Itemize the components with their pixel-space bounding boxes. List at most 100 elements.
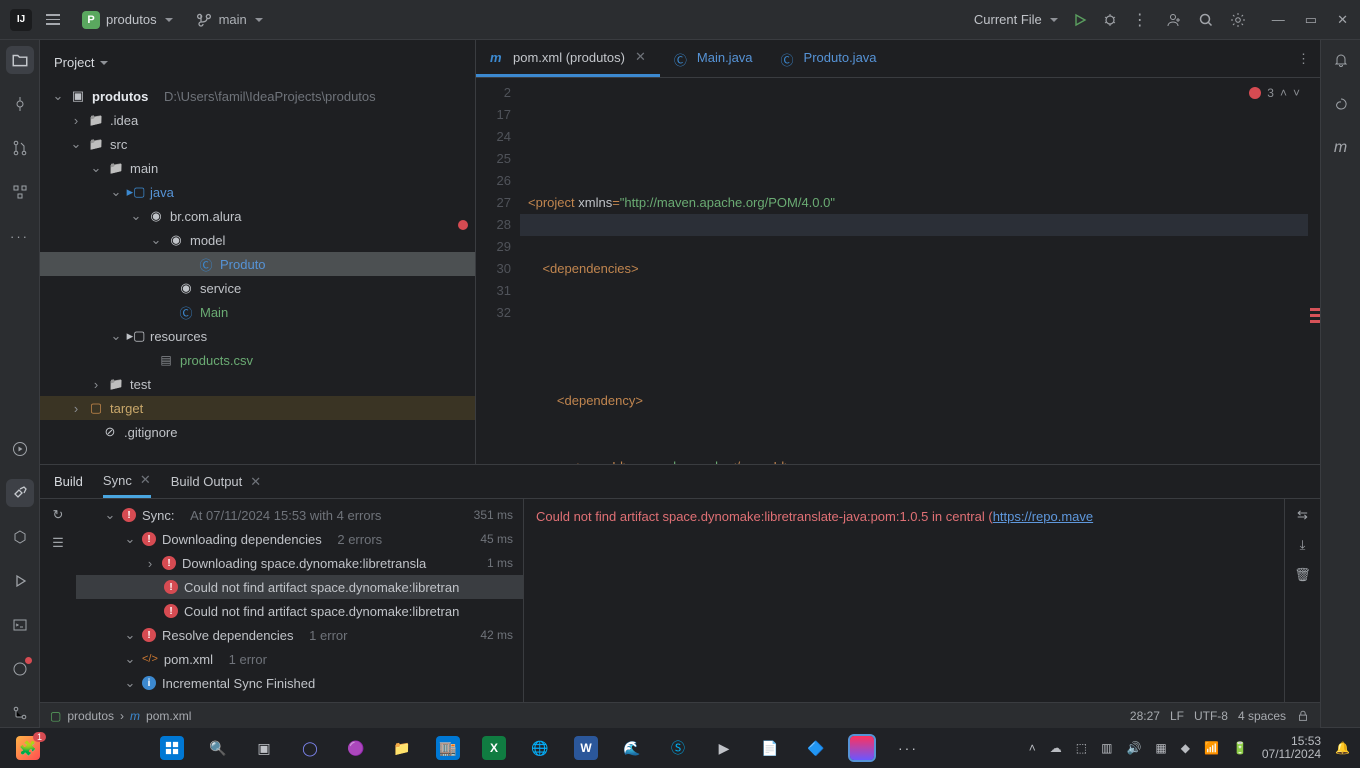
tree-row[interactable]: ⒸMain — [40, 300, 475, 324]
tray-icon[interactable]: ▥ — [1101, 741, 1112, 755]
build-tree-row[interactable]: !Sync: At 07/11/2024 15:53 with 4 errors… — [76, 503, 523, 527]
run-button[interactable] — [1072, 12, 1088, 28]
taskbar-search-button[interactable]: 🔍 — [206, 736, 230, 760]
scroll-to-end-button[interactable]: ⤓ — [1300, 537, 1306, 553]
console-link[interactable]: https://repo.mave — [993, 509, 1093, 524]
taskbar-app-icon[interactable]: ◯ — [298, 736, 322, 760]
edge-icon[interactable]: 🌊 — [620, 736, 644, 760]
clear-button[interactable]: 🗑 — [1294, 567, 1311, 583]
chevron-up-icon[interactable]: ˄ — [1280, 82, 1287, 104]
tree-row[interactable]: ▢target — [40, 396, 475, 420]
tree-row[interactable]: ▸▢java — [40, 180, 475, 204]
collaborator-icon[interactable] — [1166, 12, 1182, 28]
project-tree[interactable]: ▣produtos D:\Users\famil\IdeaProjects\pr… — [40, 84, 475, 464]
window-close-button[interactable]: ✕ — [1337, 12, 1348, 28]
debug-button[interactable] — [1102, 12, 1118, 28]
tree-row[interactable]: products.csv — [40, 348, 475, 372]
tree-row[interactable]: src — [40, 132, 475, 156]
file-explorer-icon[interactable]: 📁 — [390, 736, 414, 760]
task-view-button[interactable]: ▣ — [252, 736, 276, 760]
tree-row[interactable]: ◉br.com.alura — [40, 204, 475, 228]
vcs-branch-dropdown[interactable]: main — [197, 12, 263, 28]
tray-chevron-up-icon[interactable]: ˄ — [1029, 741, 1036, 755]
editor-content[interactable]: 3˄˅ <project xmlns="http://maven.apache.… — [520, 78, 1308, 464]
system-clock[interactable]: 15:53 07/11/2024 — [1262, 735, 1321, 761]
problems-tool-button[interactable] — [6, 655, 34, 683]
rerun-button[interactable]: ↻ — [53, 507, 64, 523]
notification-center-button[interactable]: 🔔 — [1335, 741, 1350, 755]
build-tree[interactable]: !Sync: At 07/11/2024 15:53 with 4 errors… — [76, 499, 524, 702]
tab-pom-xml[interactable]: m pom.xml (produtos) ✕ — [476, 40, 660, 77]
editor-minimap[interactable] — [1308, 78, 1320, 464]
project-tool-button[interactable] — [6, 46, 34, 74]
tree-row[interactable]: .idea — [40, 108, 475, 132]
build-tree-row[interactable]: !Could not find artifact space.dynomake:… — [76, 599, 523, 623]
tree-row[interactable]: ◉service — [40, 276, 475, 300]
window-minimize-button[interactable]: — — [1272, 12, 1285, 27]
tree-row[interactable]: ▸▢resources — [40, 324, 475, 348]
build-console[interactable]: Could not find artifact space.dynomake:l… — [524, 499, 1284, 702]
maven-tool-button[interactable]: m — [1327, 134, 1355, 162]
services-tool-button[interactable] — [6, 523, 34, 551]
close-tab-button[interactable]: ✕ — [635, 49, 646, 65]
vcs-tool-button[interactable] — [6, 699, 34, 727]
file-encoding[interactable]: UTF-8 — [1194, 709, 1228, 723]
run-tool-button[interactable] — [6, 435, 34, 463]
build-tree-row[interactable]: !Downloading dependencies 2 errors45 ms — [76, 527, 523, 551]
build-tool-button[interactable] — [6, 479, 34, 507]
readonly-lock-icon[interactable] — [1296, 709, 1310, 723]
tab-produto-java[interactable]: Ⓒ Produto.java — [767, 40, 891, 77]
run-config-dropdown[interactable]: Current File — [974, 12, 1058, 27]
onedrive-icon[interactable]: ☁ — [1050, 741, 1062, 755]
build-tree-row[interactable]: !Resolve dependencies 1 error42 ms — [76, 623, 523, 647]
build-tree-row[interactable]: !Could not find artifact space.dynomake:… — [76, 575, 523, 599]
tab-overflow-button[interactable]: ⋮ — [1287, 40, 1320, 77]
ai-assistant-button[interactable] — [1327, 90, 1355, 118]
taskbar-app-icon[interactable]: 🧩 — [16, 736, 40, 760]
tray-icon[interactable]: ▦ — [1155, 741, 1166, 755]
intellij-taskbar-icon[interactable] — [850, 736, 874, 760]
inspection-widget[interactable]: 3˄˅ — [1249, 82, 1300, 104]
tab-sync[interactable]: Sync✕ — [103, 465, 151, 498]
close-tab-button[interactable]: ✕ — [250, 474, 261, 490]
tree-row[interactable]: ⊘.gitignore — [40, 420, 475, 444]
pull-requests-tool-button[interactable] — [6, 134, 34, 162]
tree-row[interactable]: main — [40, 156, 475, 180]
tray-icon[interactable]: ◆ — [1181, 741, 1190, 755]
project-dropdown[interactable]: P produtos — [74, 8, 181, 32]
structure-tool-button[interactable] — [6, 178, 34, 206]
tab-build[interactable]: Build — [54, 474, 83, 489]
terminal-tool-button[interactable] — [6, 611, 34, 639]
build-tree-row[interactable]: </>pom.xml 1 error — [76, 647, 523, 671]
volume-icon[interactable]: 🔊 — [1126, 741, 1141, 755]
main-menu-button[interactable] — [42, 10, 64, 29]
commit-tool-button[interactable] — [6, 90, 34, 118]
caret-position[interactable]: 28:27 — [1130, 709, 1160, 723]
search-everywhere-button[interactable] — [1198, 12, 1214, 28]
start-button[interactable] — [160, 736, 184, 760]
soft-wrap-button[interactable]: ⇆ — [1297, 507, 1308, 523]
more-actions-button[interactable]: ⋮ — [1132, 10, 1148, 30]
word-icon[interactable]: W — [574, 736, 598, 760]
debug-tool-button[interactable] — [6, 567, 34, 595]
tree-row[interactable]: test — [40, 372, 475, 396]
wifi-icon[interactable]: 📶 — [1204, 741, 1219, 755]
excel-icon[interactable]: X — [482, 736, 506, 760]
notepad-icon[interactable]: 📄 — [758, 736, 782, 760]
build-tree-row[interactable]: iIncremental Sync Finished — [76, 671, 523, 695]
taskbar-overflow-button[interactable]: ··· — [896, 736, 920, 760]
taskbar-app-icon[interactable]: 🟣 — [344, 736, 368, 760]
battery-icon[interactable]: 🔋 — [1233, 741, 1248, 755]
tree-row[interactable]: ◉model — [40, 228, 475, 252]
chevron-down-icon[interactable]: ˅ — [1293, 82, 1300, 104]
indent-setting[interactable]: 4 spaces — [1238, 709, 1286, 723]
media-player-icon[interactable]: ▶ — [712, 736, 736, 760]
settings-button[interactable] — [1230, 12, 1246, 28]
tray-icon[interactable]: ⬚ — [1076, 741, 1087, 755]
filter-button[interactable]: ☰ — [52, 535, 64, 551]
line-separator[interactable]: LF — [1170, 709, 1184, 723]
skype-icon[interactable]: Ⓢ — [666, 736, 690, 760]
build-tree-row[interactable]: !Downloading space.dynomake:libretransla… — [76, 551, 523, 575]
tree-row-selected[interactable]: ⒸProduto — [40, 252, 475, 276]
project-panel-header[interactable]: Project — [40, 40, 475, 84]
